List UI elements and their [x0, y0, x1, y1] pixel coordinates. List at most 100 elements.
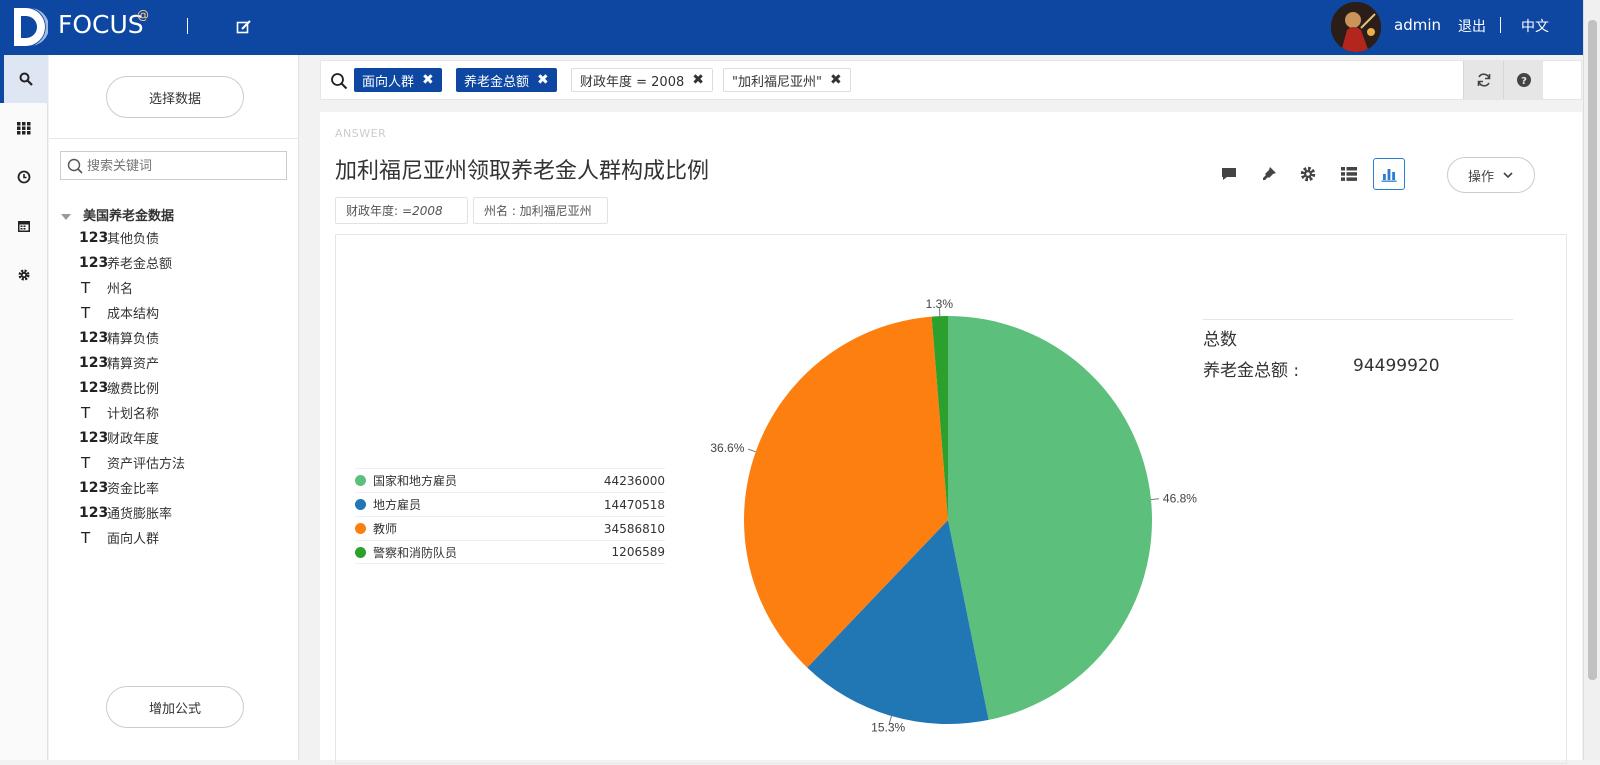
legend-swatch	[355, 547, 366, 558]
number-type-icon: 123	[79, 330, 107, 346]
slice-label-leader	[748, 449, 756, 452]
rail-calendar[interactable]	[0, 202, 48, 250]
legend-item[interactable]: 教师34586810	[355, 516, 665, 540]
logout-link[interactable]: 退出	[1458, 16, 1486, 36]
number-type-icon: 123	[79, 480, 107, 496]
dataset-tree-root[interactable]: 美国养老金数据	[61, 205, 174, 224]
filter-chip-year[interactable]: 财政年度:=2008	[335, 197, 468, 224]
username[interactable]: admin	[1394, 16, 1441, 34]
pin-button[interactable]	[1253, 158, 1285, 190]
filter-value: =2008	[402, 204, 443, 218]
summary-box: 总数 养老金总额 : 94499920	[1203, 319, 1513, 381]
token-label: "加利福尼亚州"	[732, 71, 822, 90]
field-item[interactable]: 123财政年度	[79, 425, 289, 450]
top-navigation-bar: FOCUS @ admin 退出 中文	[0, 0, 1600, 55]
legend-item[interactable]: 地方雇员14470518	[355, 492, 665, 516]
filter-chip-state[interactable]: 州名 : 加利福尼亚州	[473, 197, 608, 224]
field-item[interactable]: 123通货膨胀率	[79, 500, 289, 525]
help-icon: ?	[1516, 72, 1532, 88]
field-item[interactable]: 123养老金总额	[79, 250, 289, 275]
query-token[interactable]: "加利福尼亚州" ✖	[723, 68, 851, 92]
top-divider	[187, 18, 188, 34]
slice-label-leader	[1151, 499, 1159, 500]
remove-token-icon[interactable]: ✖	[422, 72, 434, 88]
legend-value: 34586810	[604, 522, 665, 536]
field-search-box[interactable]	[60, 151, 287, 180]
slice-percent-label: 36.6%	[710, 441, 744, 455]
chart-frame: 46.8% 15.3% 36.6% 1.3% 国家和地方雇员44236000地方雇员1…	[335, 234, 1567, 764]
page-scrollbar[interactable]	[1583, 0, 1600, 760]
sidebar-divider	[49, 138, 299, 139]
slice-percent-label: 15.3%	[871, 721, 905, 735]
svg-text:?: ?	[1521, 76, 1527, 87]
legend-swatch	[355, 499, 366, 510]
answer-panel: ANSWER 加利福尼亚州领取养老金人群构成比例 财政年度:=2008 州名 :…	[320, 112, 1582, 760]
comment-button[interactable]	[1213, 158, 1245, 190]
refresh-button[interactable]	[1463, 61, 1503, 99]
legend-label: 教师	[373, 520, 604, 537]
field-name: 精算资产	[107, 353, 159, 372]
remove-token-icon[interactable]: ✖	[830, 72, 842, 88]
help-button[interactable]: ?	[1503, 61, 1543, 99]
field-item[interactable]: T州名	[79, 275, 289, 300]
select-data-button[interactable]: 选择数据	[106, 76, 244, 118]
table-view-button[interactable]	[1333, 158, 1365, 190]
legend-item[interactable]: 警察和消防队员1206589	[355, 540, 665, 564]
history-clock-icon	[17, 170, 31, 184]
token-label: 养老金总额	[464, 71, 529, 90]
legend-label: 地方雇员	[373, 496, 604, 513]
language-switch[interactable]: 中文	[1521, 16, 1549, 36]
logo-superscript: @	[137, 8, 149, 22]
field-name: 面向人群	[107, 528, 159, 547]
rail-settings[interactable]	[0, 251, 48, 299]
settings-button[interactable]	[1292, 158, 1324, 190]
field-name: 财政年度	[107, 428, 159, 447]
operations-dropdown[interactable]: 操作	[1447, 157, 1535, 193]
field-item[interactable]: 123精算资产	[79, 350, 289, 375]
field-item[interactable]: 123资金比率	[79, 475, 289, 500]
focus-logo-icon[interactable]	[10, 6, 48, 48]
edit-icon[interactable]	[236, 19, 252, 35]
query-token[interactable]: 养老金总额 ✖	[456, 68, 557, 92]
field-name: 养老金总额	[107, 253, 172, 272]
list-icon	[1340, 165, 1358, 183]
field-item[interactable]: 123其他负债	[79, 225, 289, 250]
field-item[interactable]: T成本结构	[79, 300, 289, 325]
field-name: 资产评估方法	[107, 453, 185, 472]
field-list: 123其他负债123养老金总额T州名T成本结构123精算负债123精算资产123…	[79, 225, 289, 550]
dataset-name: 美国养老金数据	[83, 209, 174, 224]
bar-chart-icon	[1380, 165, 1398, 183]
answer-title: 加利福尼亚州领取养老金人群构成比例	[335, 153, 709, 185]
query-token[interactable]: 财政年度 = 2008 ✖	[571, 68, 713, 92]
field-item[interactable]: T面向人群	[79, 525, 289, 550]
text-type-icon: T	[79, 304, 107, 322]
field-name: 计划名称	[107, 403, 159, 422]
field-item[interactable]: 123缴费比例	[79, 375, 289, 400]
top-divider	[1500, 17, 1501, 33]
add-formula-button[interactable]: 增加公式	[106, 686, 244, 728]
remove-token-icon[interactable]: ✖	[692, 72, 704, 88]
slice-percent-label: 1.3%	[926, 297, 954, 311]
legend-label: 警察和消防队员	[373, 544, 612, 561]
field-item[interactable]: 123精算负债	[79, 325, 289, 350]
chart-view-button[interactable]	[1373, 158, 1405, 190]
number-type-icon: 123	[79, 230, 107, 246]
user-avatar[interactable]	[1331, 2, 1381, 52]
pie-slice[interactable]	[948, 316, 1152, 720]
remove-token-icon[interactable]: ✖	[537, 72, 549, 88]
field-search-input[interactable]	[87, 156, 282, 176]
legend-item[interactable]: 国家和地方雇员44236000	[355, 468, 665, 492]
field-item[interactable]: T计划名称	[79, 400, 289, 425]
query-token[interactable]: 面向人群✖	[354, 68, 442, 92]
rail-apps[interactable]	[0, 104, 48, 152]
collapse-caret-icon[interactable]	[61, 214, 71, 220]
legend-label: 国家和地方雇员	[373, 472, 604, 489]
slice-percent-label: 46.8%	[1163, 491, 1197, 505]
scrollbar-thumb[interactable]	[1588, 20, 1597, 680]
answer-label: ANSWER	[335, 127, 386, 140]
field-item[interactable]: T资产评估方法	[79, 450, 289, 475]
rail-search[interactable]	[0, 55, 48, 103]
rail-history[interactable]	[0, 153, 48, 201]
token-label: 财政年度 = 2008	[580, 71, 684, 90]
comment-icon	[1220, 165, 1238, 183]
